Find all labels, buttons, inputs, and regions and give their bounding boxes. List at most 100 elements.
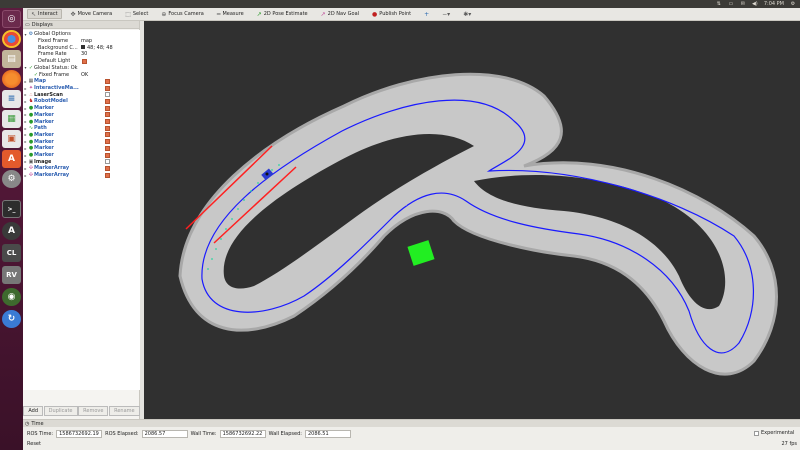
display-enable-checkbox[interactable] — [105, 112, 110, 118]
display-item[interactable]: ▸ ● Marker — [23, 105, 140, 112]
display-item[interactable]: ▸ ∿ Path — [23, 125, 140, 132]
files-icon[interactable]: ▤ — [2, 50, 21, 68]
display-enable-checkbox[interactable] — [105, 172, 110, 178]
display-item[interactable]: ▸ ∴ LaserScan — [23, 91, 140, 98]
wall-elapsed-field[interactable]: 2086.51 — [304, 430, 351, 438]
firefox-icon[interactable] — [2, 70, 21, 88]
tool-properties-button[interactable]: ✱▾ — [459, 9, 475, 19]
ros-time-field[interactable]: 1586732692.19 — [56, 430, 103, 438]
display-enable-checkbox[interactable] — [105, 145, 110, 151]
display-item[interactable]: ▸ ● Marker — [23, 132, 140, 139]
cursor-icon: ↖ — [31, 10, 37, 18]
settings-icon[interactable]: ⚙ — [2, 170, 21, 188]
display-item[interactable]: ▸ ● Marker — [23, 118, 140, 125]
chrome-icon[interactable] — [2, 30, 21, 48]
rviz-icon[interactable]: RV — [2, 266, 21, 284]
monitor-icon: ▭ — [25, 21, 30, 28]
keyboard-layout-icon[interactable]: ▭ — [728, 1, 734, 7]
tool-move-camera[interactable]: ✥ Move Camera — [67, 9, 117, 19]
reset-button[interactable]: Reset — [27, 441, 41, 447]
tool-2d-nav-goal[interactable]: ↗ 2D Nav Goal — [317, 9, 363, 19]
tree-row-default-light[interactable]: Default Light — [23, 58, 140, 65]
display-enable-checkbox[interactable] — [105, 119, 110, 125]
track-map — [178, 72, 778, 376]
display-item[interactable]: ▸ ♞ RobotModel — [23, 98, 140, 105]
tool-focus-camera[interactable]: ⊕ Focus Camera — [157, 9, 208, 19]
display-item[interactable]: ▸ ● Marker — [23, 138, 140, 145]
display-item[interactable]: ▸ ● Marker — [23, 145, 140, 152]
display-item[interactable]: ▸ ✣ MarkerArray — [23, 165, 140, 172]
display-item[interactable]: ▸ ✦ InteractiveMa... — [23, 85, 140, 92]
display-enable-checkbox[interactable] — [105, 78, 110, 84]
display-item-name: LaserScan — [34, 91, 63, 98]
tool-measure[interactable]: ━ Measure — [213, 9, 248, 19]
globe-icon[interactable]: ◉ — [2, 288, 21, 306]
calc-icon[interactable]: ▦ — [2, 110, 21, 128]
tree-row-fixed-frame[interactable]: Fixed Frame map — [23, 38, 140, 45]
color-swatch — [81, 45, 85, 50]
tool-select[interactable]: ⬚ Select — [121, 9, 152, 19]
clock-icon: ◷ — [25, 420, 30, 427]
display-item[interactable]: ▸ ● Marker — [23, 112, 140, 119]
atom-icon[interactable]: A — [2, 222, 21, 240]
tree-row-global-options[interactable]: ▾ ⚙ Global Options — [23, 31, 140, 38]
tool-interact[interactable]: ↖ Interact — [27, 9, 62, 19]
select-icon: ⬚ — [125, 10, 131, 18]
remove-display-button[interactable]: Remove — [78, 406, 109, 416]
display-enable-checkbox[interactable] — [105, 152, 110, 158]
power-icon[interactable]: ⚙ — [790, 1, 796, 7]
writer-icon[interactable]: ≡ — [2, 90, 21, 108]
display-item-name: Marker — [34, 131, 54, 138]
display-enable-checkbox[interactable] — [105, 159, 110, 165]
display-item[interactable]: ▸ ● Marker — [23, 152, 140, 159]
robot-marker — [265, 172, 269, 176]
search-dash-icon[interactable]: ◎ — [2, 10, 21, 28]
duplicate-display-button[interactable]: Duplicate — [43, 406, 78, 416]
default-light-checkbox[interactable] — [82, 58, 87, 64]
tool-2d-pose-estimate[interactable]: ↗ 2D Pose Estimate — [253, 9, 312, 19]
experimental-checkbox[interactable] — [754, 430, 759, 436]
display-enable-checkbox[interactable] — [105, 132, 110, 138]
display-enable-checkbox[interactable] — [105, 139, 110, 145]
add-tool-button[interactable]: + — [420, 9, 433, 19]
publish-point-icon: ● — [372, 10, 378, 18]
ros-elapsed-field[interactable]: 2086.57 — [141, 430, 188, 438]
displays-tree[interactable]: ▾ ⚙ Global Options Fixed Frame map Backgrou… — [23, 30, 140, 390]
terminal-icon[interactable]: >_ — [2, 200, 21, 218]
display-item[interactable]: ▸ ✣ MarkerArray — [23, 172, 140, 179]
clock[interactable]: 7:04 PM — [764, 1, 784, 7]
tree-row-frame-rate[interactable]: Frame Rate 30 — [23, 51, 140, 58]
rviz-toolbar: ↖ Interact ✥ Move Camera ⬚ Select ⊕ Focus Ca… — [23, 8, 800, 21]
mail-icon[interactable]: ✉ — [740, 1, 746, 7]
tool-publish-point[interactable]: ● Publish Point — [368, 9, 415, 19]
viewport-overlay-text: ⋯ — [406, 203, 410, 208]
impress-icon[interactable]: ▣ — [2, 130, 21, 148]
update-icon[interactable]: ↻ — [2, 310, 21, 328]
3d-viewport[interactable]: ⋯ — [144, 21, 800, 419]
remove-tool-button[interactable]: −▾ — [438, 9, 454, 19]
display-item-name: Marker — [34, 145, 54, 152]
wall-time-field[interactable]: 1586732692.22 — [219, 430, 266, 438]
display-enable-checkbox[interactable] — [105, 105, 110, 111]
add-display-button[interactable]: Add — [23, 406, 44, 416]
clion-icon[interactable]: CL — [2, 244, 21, 262]
tree-row-global-status[interactable]: ▾ ✓ Global Status: Ok — [23, 65, 140, 72]
network-icon[interactable]: ⇅ — [716, 1, 722, 7]
experimental-toggle[interactable]: Experimental — [754, 430, 794, 436]
display-item-name: Marker — [34, 111, 54, 118]
volume-icon[interactable]: ◀) — [752, 1, 758, 7]
display-enable-checkbox[interactable] — [105, 165, 110, 171]
display-item[interactable]: ▸ ▦ Map — [23, 78, 140, 85]
focus-camera-icon: ⊕ — [161, 10, 167, 18]
display-enable-checkbox[interactable] — [105, 125, 110, 131]
display-enable-checkbox[interactable] — [105, 98, 110, 104]
display-enable-checkbox[interactable] — [105, 85, 110, 91]
displays-panel: ▭ Displays ▾ ⚙ Global Options Fixed Frame m… — [23, 21, 140, 419]
display-item-name: InteractiveMa... — [34, 85, 79, 92]
tree-row-background-color[interactable]: Background C... 48; 48; 48 — [23, 44, 140, 51]
rename-display-button[interactable]: Rename — [109, 406, 140, 416]
software-center-icon[interactable]: A — [2, 150, 21, 168]
tree-row-status-fixed-frame[interactable]: ✓ Fixed Frame OK — [23, 71, 140, 78]
display-enable-checkbox[interactable] — [105, 92, 110, 98]
display-item[interactable]: ▸ ▣ Image — [23, 158, 140, 165]
